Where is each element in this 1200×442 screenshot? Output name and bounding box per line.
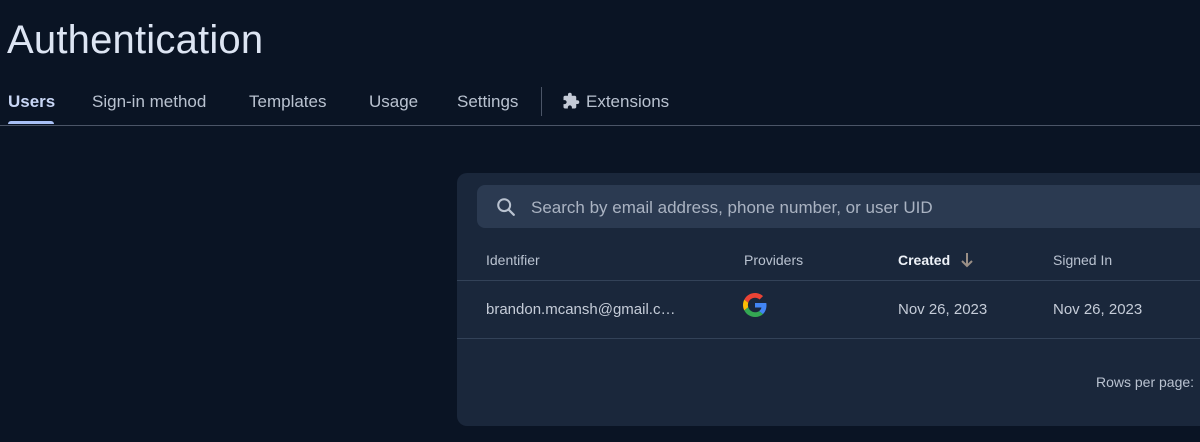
table-header-row: Identifier Providers Created Signed In (457, 240, 1200, 281)
tab-usage[interactable]: Usage (369, 92, 418, 112)
users-table-card: Identifier Providers Created Signed In b… (457, 173, 1200, 426)
page-title: Authentication (7, 18, 264, 62)
table-row[interactable]: brandon.mcansh@gmail.c… Nov 26, 2023 Nov… (457, 281, 1200, 339)
column-header-created[interactable]: Created (898, 252, 974, 268)
active-tab-indicator (8, 121, 54, 124)
tab-settings[interactable]: Settings (457, 92, 518, 112)
tab-templates[interactable]: Templates (249, 92, 326, 112)
cell-identifier: brandon.mcansh@gmail.c… (486, 301, 676, 318)
column-header-identifier[interactable]: Identifier (486, 252, 540, 268)
column-header-signed-in[interactable]: Signed In (1053, 252, 1112, 268)
search-bar[interactable] (477, 185, 1200, 230)
cell-signed-in: Nov 26, 2023 (1053, 301, 1143, 318)
search-input[interactable] (529, 185, 1200, 230)
column-header-providers[interactable]: Providers (744, 252, 803, 268)
tab-users[interactable]: Users (8, 92, 55, 112)
search-icon (497, 198, 515, 216)
google-icon (743, 293, 767, 317)
arrow-down-icon[interactable] (960, 252, 974, 268)
cell-created: Nov 26, 2023 (898, 301, 988, 318)
tab-bar: Users Sign-in method Templates Usage Set… (0, 80, 1200, 126)
authentication-page: Authentication Users Sign-in method Temp… (0, 0, 1200, 442)
rows-per-page-label: Rows per page: (1096, 374, 1195, 390)
tab-sign-in-method[interactable]: Sign-in method (92, 92, 206, 112)
tab-divider (541, 87, 542, 116)
extension-puzzle-icon (563, 92, 580, 109)
tab-extensions[interactable]: Extensions (562, 92, 669, 112)
tab-extensions-label: Extensions (586, 92, 670, 111)
column-header-created-label: Created (898, 252, 951, 268)
